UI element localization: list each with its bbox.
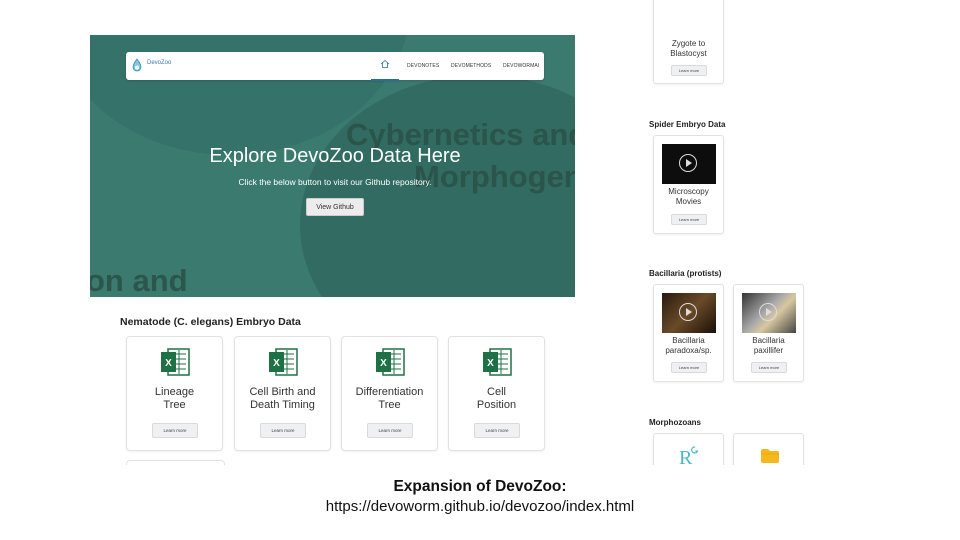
- data-card-zygote-blastocyst[interactable]: Zygote to Blastocyst Learn more: [653, 0, 724, 84]
- card-label: Zygote to Blastocyst: [670, 39, 707, 58]
- video-thumbnail: [742, 293, 796, 333]
- data-card-bacillaria-paxillifer[interactable]: Bacillaria paxillifer Learn more: [733, 284, 804, 382]
- card-label: Cell Position: [476, 386, 517, 411]
- learn-more-button[interactable]: Learn more: [671, 214, 707, 225]
- svg-text:X: X: [273, 358, 280, 369]
- devozoo-right-column-screenshot: Zygote to Blastocyst Learn more Spider E…: [640, 0, 820, 465]
- data-card-cell-position[interactable]: X Cell Position Learn more: [448, 336, 545, 451]
- data-card-morphozoan-folder[interactable]: [733, 433, 804, 465]
- hero-background-text: on and: [90, 263, 188, 297]
- card-label: Cell Birth and Death Timing: [249, 386, 316, 411]
- svg-text:X: X: [380, 358, 387, 369]
- bacillaria-section-title: Bacillaria (protists): [649, 269, 722, 278]
- data-card-cell-birth-death[interactable]: X Cell Birth and Death Timing Learn more: [234, 336, 331, 451]
- nav-link-devonotes[interactable]: DEVONOTES: [407, 63, 439, 69]
- learn-more-button[interactable]: Learn more: [260, 423, 306, 438]
- r-logo-letter: R: [679, 447, 693, 465]
- view-github-button[interactable]: View Github: [306, 198, 364, 216]
- spider-section-title: Spider Embryo Data: [649, 120, 726, 129]
- card-label: Bacillaria paxillifer: [752, 336, 785, 355]
- card-label: Bacillaria paradoxa/sp.: [665, 336, 712, 355]
- learn-more-button[interactable]: Learn more: [152, 423, 198, 438]
- video-thumbnail: [662, 144, 716, 184]
- devozoo-logo-icon[interactable]: [132, 58, 142, 72]
- hero-subtitle: Click the below button to visit our Gith…: [238, 177, 432, 187]
- video-thumbnail: [662, 293, 716, 333]
- morphozoans-section-title: Morphozoans: [649, 418, 701, 427]
- excel-icon: X: [269, 348, 298, 376]
- data-card-microscopy-movies[interactable]: Microscopy Movies Learn more: [653, 135, 724, 234]
- learn-more-button[interactable]: Learn more: [474, 423, 520, 438]
- play-icon[interactable]: [679, 303, 697, 321]
- navbar: DevoZoo DEVONOTES DEVOMETHODS DEVOWORMAI: [126, 52, 544, 81]
- data-card-bacillaria-paradoxa[interactable]: Bacillaria paradoxa/sp. Learn more: [653, 284, 724, 382]
- home-icon[interactable]: [380, 59, 390, 69]
- excel-icon: X: [483, 348, 512, 376]
- nematode-section-title: Nematode (C. elegans) Embryo Data: [120, 316, 301, 328]
- nav-link-devomethods[interactable]: DEVOMETHODS: [451, 63, 491, 69]
- logo-text[interactable]: DevoZoo: [147, 60, 171, 66]
- devozoo-website-screenshot: Cybernetics and Morphogen on and DevoZoo…: [90, 35, 575, 465]
- learn-more-button[interactable]: Learn more: [751, 362, 787, 373]
- caption-url[interactable]: https://devoworm.github.io/devozoo/index…: [0, 498, 960, 515]
- learn-more-button[interactable]: Learn more: [671, 65, 707, 76]
- folder-icon: [761, 449, 779, 463]
- excel-icon: X: [376, 348, 405, 376]
- svg-text:X: X: [487, 358, 494, 369]
- play-icon[interactable]: [679, 154, 697, 172]
- excel-icon: X: [161, 348, 190, 376]
- data-card-partial[interactable]: [126, 460, 225, 465]
- r-graphics-icon: R: [679, 446, 699, 465]
- data-card-morphozoan-r[interactable]: R: [653, 433, 724, 465]
- learn-more-button[interactable]: Learn more: [367, 423, 413, 438]
- svg-text:X: X: [165, 358, 172, 369]
- hero-banner: Cybernetics and Morphogen on and DevoZoo…: [90, 35, 575, 297]
- card-label: Lineage Tree: [154, 386, 195, 411]
- caption-title: Expansion of DevoZoo:: [393, 478, 567, 495]
- learn-more-button[interactable]: Learn more: [671, 362, 707, 373]
- card-label: Differentiation Tree: [355, 386, 424, 411]
- data-card-lineage-tree[interactable]: X Lineage Tree Learn more: [126, 336, 223, 451]
- nav-link-devowormai[interactable]: DEVOWORMAI: [503, 63, 539, 69]
- active-nav-indicator: [371, 79, 399, 81]
- play-icon[interactable]: [759, 303, 777, 321]
- hero-title: Explore DevoZoo Data Here: [209, 145, 461, 167]
- data-card-differentiation-tree[interactable]: X Differentiation Tree Learn more: [341, 336, 438, 451]
- card-label: Microscopy Movies: [668, 187, 709, 206]
